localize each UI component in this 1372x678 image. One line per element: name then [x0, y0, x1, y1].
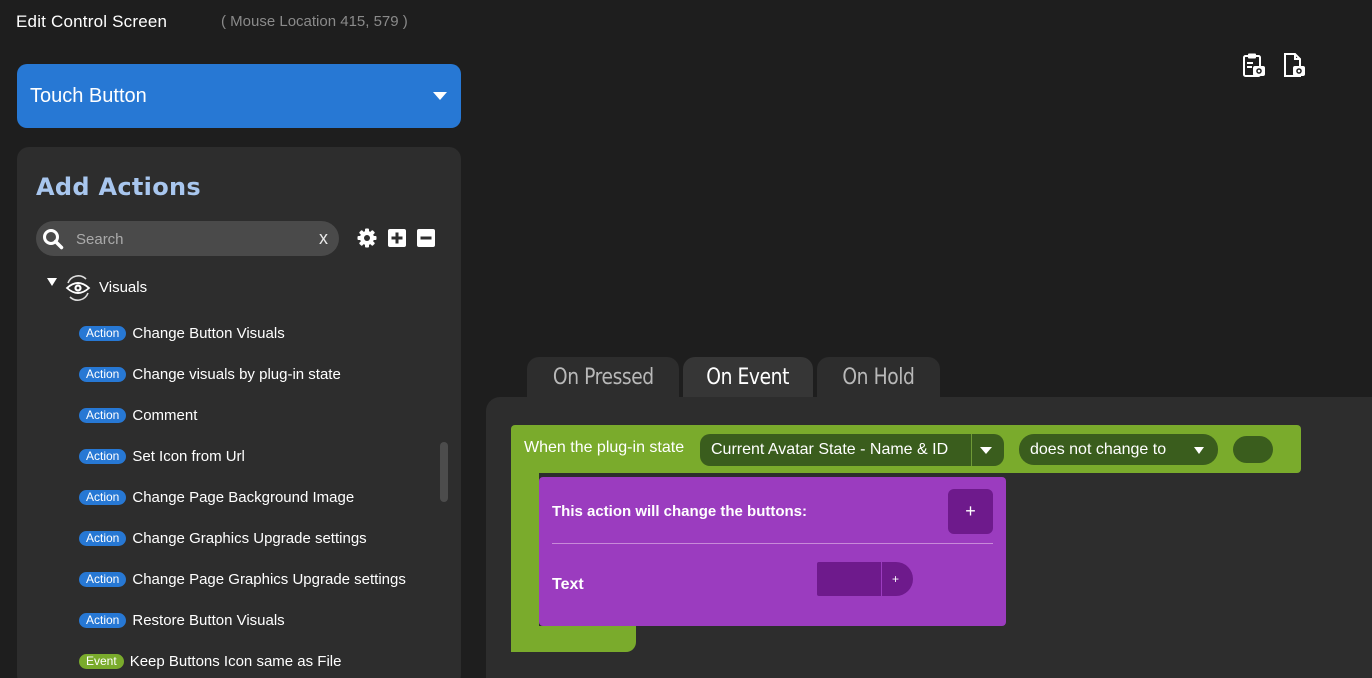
- event-badge: Event: [79, 653, 124, 669]
- list-item-label: Keep Buttons Icon same as File: [129, 652, 342, 670]
- action-badge: Action: [79, 489, 127, 505]
- event-block-footer: [511, 626, 636, 652]
- action-badge: Action: [79, 407, 127, 423]
- text-label: Text: [552, 576, 584, 593]
- clipboard-camera-icon[interactable]: [1242, 52, 1266, 78]
- page-title: Edit Control Screen: [16, 12, 168, 31]
- list-item[interactable]: Action Change visuals by plug-in state: [79, 364, 341, 384]
- list-item[interactable]: Action Restore Button Visuals: [79, 610, 285, 630]
- clear-search-button[interactable]: x: [319, 228, 328, 249]
- search-box: x: [36, 221, 339, 256]
- control-type-label: Touch Button: [30, 84, 147, 107]
- add-actions-panel: Add Actions x: [17, 147, 461, 678]
- gear-icon[interactable]: [357, 228, 377, 248]
- tab-on-event[interactable]: On Event: [683, 357, 813, 397]
- document-camera-icon[interactable]: [1282, 52, 1306, 78]
- chevron-down-icon: [980, 447, 992, 454]
- action-badge: Action: [79, 571, 127, 587]
- list-item-label: Comment: [132, 406, 198, 424]
- search-icon: [43, 229, 64, 250]
- select-divider: [971, 434, 972, 466]
- control-type-select[interactable]: Touch Button: [17, 64, 461, 128]
- divider: [552, 543, 993, 544]
- list-item-label: Change Graphics Upgrade settings: [132, 529, 367, 547]
- mouse-location: ( Mouse Location 415, 579 ): [221, 13, 408, 30]
- tab-label: On Hold: [842, 364, 915, 390]
- list-item[interactable]: Event Keep Buttons Icon same as File: [79, 651, 341, 671]
- category-visuals-label: Visuals: [99, 279, 148, 296]
- chevron-down-icon: [433, 92, 447, 100]
- tab-on-hold[interactable]: On Hold: [817, 357, 940, 397]
- list-item[interactable]: Action Change Button Visuals: [79, 323, 285, 343]
- list-item-label: Change Button Visuals: [132, 324, 285, 342]
- list-item[interactable]: Action Set Icon from Url: [79, 446, 245, 466]
- scrollbar[interactable]: [440, 442, 448, 502]
- list-item-label: Change Page Graphics Upgrade settings: [132, 570, 406, 588]
- event-label: When the plug-in state: [524, 439, 685, 456]
- list-item[interactable]: Action Change Graphics Upgrade settings: [79, 528, 367, 548]
- add-button[interactable]: +: [948, 489, 993, 534]
- event-block-spine: [511, 470, 539, 652]
- edit-control-screen: Edit Control Screen ( Mouse Location 415…: [0, 0, 1372, 678]
- list-item[interactable]: Action Change Page Graphics Upgrade sett…: [79, 569, 406, 589]
- list-item-label: Change visuals by plug-in state: [132, 365, 341, 383]
- tab-on-pressed[interactable]: On Pressed: [527, 357, 679, 397]
- text-value-input[interactable]: [817, 562, 881, 596]
- action-badge: Action: [79, 612, 127, 628]
- visuals-toggle[interactable]: [47, 278, 57, 286]
- condition-select[interactable]: does not change to: [1019, 434, 1218, 465]
- state-value-input[interactable]: [1233, 436, 1273, 463]
- action-badge: Action: [79, 366, 127, 382]
- condition-value: does not change to: [1030, 441, 1167, 458]
- list-item-label: Restore Button Visuals: [132, 611, 285, 629]
- tab-label: On Event: [706, 364, 790, 390]
- search-input[interactable]: [74, 227, 308, 251]
- tab-label: On Pressed: [552, 364, 654, 390]
- list-item[interactable]: Action Comment: [79, 405, 197, 425]
- chevron-down-icon: [1194, 447, 1204, 454]
- list-item-label: Set Icon from Url: [132, 447, 245, 465]
- list-item-label: Change Page Background Image: [132, 488, 355, 506]
- eye-icon: [65, 275, 91, 301]
- list-item[interactable]: Action Change Page Background Image: [79, 487, 354, 507]
- plugin-state-select[interactable]: Current Avatar State - Name & ID: [700, 434, 1004, 466]
- action-block[interactable]: [539, 477, 1006, 626]
- collapse-all-icon[interactable]: [416, 228, 436, 248]
- action-title: This action will change the buttons:: [552, 503, 808, 520]
- plugin-state-value: Current Avatar State - Name & ID: [711, 441, 949, 458]
- panel-title: Add Actions: [36, 173, 201, 201]
- action-badge: Action: [79, 530, 127, 546]
- action-badge: Action: [79, 448, 127, 464]
- expand-all-icon[interactable]: [387, 228, 407, 248]
- action-badge: Action: [79, 325, 127, 341]
